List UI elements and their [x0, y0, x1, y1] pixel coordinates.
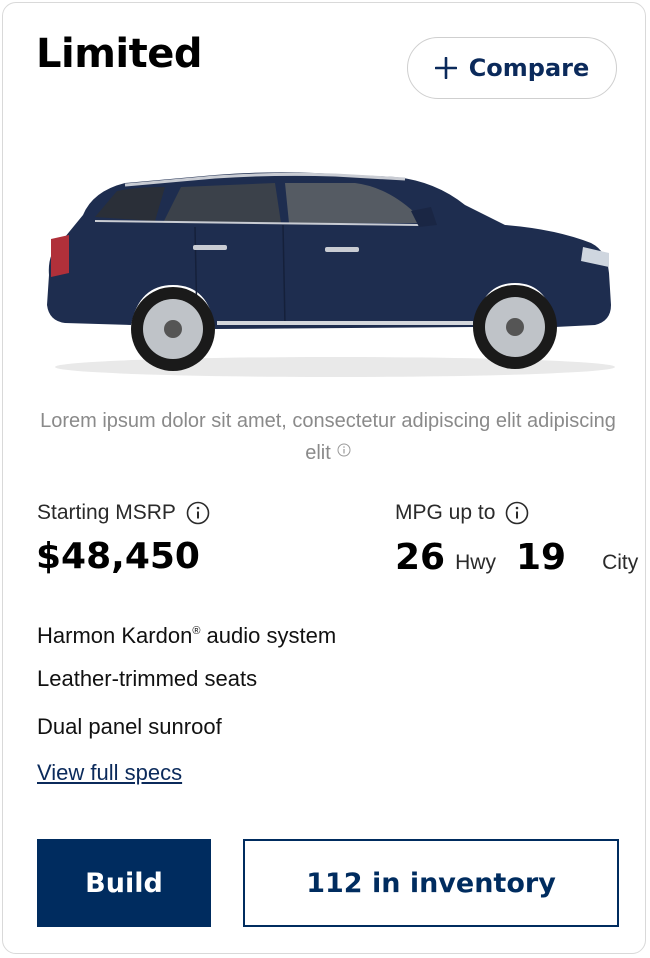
feature-text-suffix: audio system	[200, 623, 337, 648]
mpg-label-row: MPG up to	[395, 501, 529, 525]
build-button[interactable]: Build	[37, 839, 211, 927]
mpg-hwy-value: 26	[395, 537, 446, 578]
trim-card: Limited Compare Lorem ipsum dolor sit am…	[2, 2, 646, 954]
mpg-values: 26 Hwy 19 City	[395, 537, 638, 578]
feature-list: Harmon Kardon® audio system Leather-trim…	[37, 615, 336, 759]
car-image	[47, 172, 615, 377]
disclaimer-text: Lorem ipsum dolor sit amet, consectetur …	[31, 405, 625, 469]
info-icon[interactable]	[186, 501, 210, 525]
msrp-label-row: Starting MSRP	[37, 501, 210, 525]
feature-item: Leather-trimmed seats	[37, 666, 258, 691]
feature-text: Harmon Kardon	[37, 623, 193, 648]
feature-item: Harmon Kardon® audio system	[37, 615, 336, 663]
disclaimer-body: Lorem ipsum dolor sit amet, consectetur …	[40, 410, 616, 464]
plus-icon	[434, 57, 457, 79]
info-icon[interactable]	[337, 443, 351, 457]
view-full-specs-link[interactable]: View full specs	[37, 760, 182, 786]
mpg-city-value: 19	[515, 537, 567, 578]
msrp-label: Starting MSRP	[37, 501, 176, 524]
info-icon[interactable]	[505, 501, 529, 525]
mpg-hwy-unit: Hwy	[455, 551, 496, 574]
msrp-value: $48,450	[36, 536, 200, 577]
feature-item: Dual panel sunroof	[37, 714, 222, 739]
trim-title: Limited	[36, 31, 202, 77]
mpg-label: MPG up to	[395, 501, 496, 524]
compare-button[interactable]: Compare	[407, 37, 617, 99]
compare-label: Compare	[468, 54, 590, 82]
mpg-city-unit: City	[602, 551, 639, 574]
inventory-button[interactable]: 112 in inventory	[243, 839, 619, 927]
